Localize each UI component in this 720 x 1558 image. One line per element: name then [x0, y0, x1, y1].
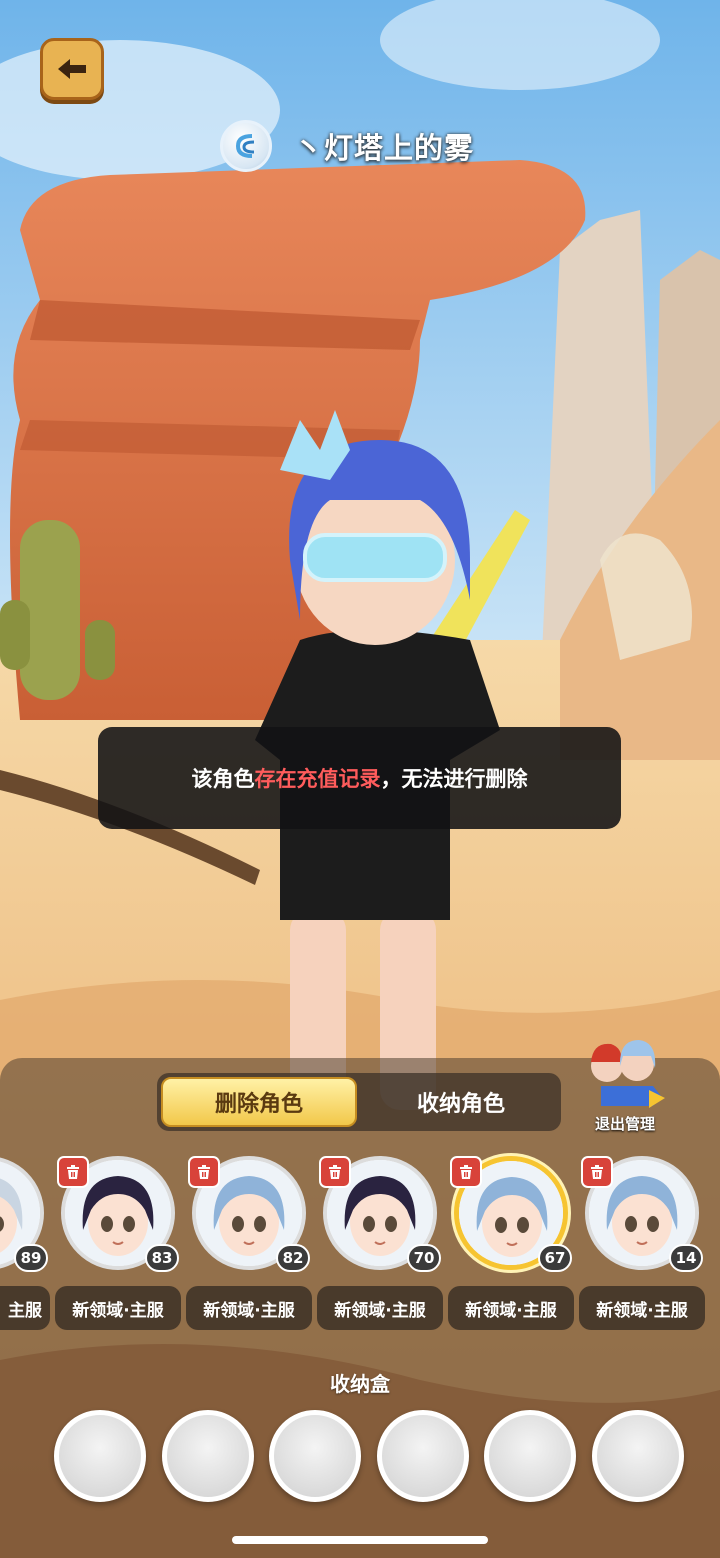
back-button[interactable] — [40, 38, 104, 100]
toast-highlight: 存在充值记录 — [254, 767, 381, 791]
toast-prefix: 该角色 — [191, 767, 255, 791]
delete-trash-icon[interactable] — [581, 1156, 613, 1188]
character-level-badge: 70 — [407, 1244, 441, 1272]
delete-trash-icon[interactable] — [57, 1156, 89, 1188]
clan-badge-icon — [220, 120, 272, 172]
storage-slot[interactable] — [376, 1410, 469, 1502]
exit-manage-button[interactable]: 退出管理 — [583, 1026, 667, 1136]
character-card[interactable]: 83 新领域·主服 — [55, 1152, 181, 1342]
storage-slot[interactable] — [269, 1410, 361, 1502]
manage-tabbar: 删除角色 收纳角色 — [157, 1073, 561, 1131]
character-server-label: 新领域·主服 — [448, 1286, 574, 1330]
exit-manage-label: 退出管理 — [594, 1115, 655, 1133]
character-level-badge: 67 — [538, 1244, 572, 1272]
error-toast: 该角色 存在充值记录 ，无法进行删除 — [98, 727, 621, 829]
character-card[interactable]: 82 新领域·主服 — [186, 1152, 312, 1342]
character-card[interactable]: 67 新领域·主服 — [448, 1152, 574, 1342]
character-list: 89 主服 83 新领域·主服 82 新领域·主服 70 新领域·主服 67 新领域·主服 14 新领… — [0, 1152, 720, 1342]
delete-trash-icon[interactable] — [450, 1156, 482, 1188]
tab-store-character[interactable]: 收纳角色 — [363, 1077, 559, 1127]
character-server-label: 新领域·主服 — [579, 1286, 705, 1330]
character-server-label: 主服 — [0, 1286, 50, 1330]
character-level-badge: 82 — [276, 1244, 310, 1272]
character-level-badge: 89 — [14, 1244, 48, 1272]
tab-delete-character[interactable]: 删除角色 — [161, 1077, 357, 1127]
storage-slot[interactable] — [591, 1410, 684, 1502]
character-server-label: 新领域·主服 — [317, 1286, 443, 1330]
character-level-badge: 14 — [669, 1244, 703, 1272]
exit-manage-icon — [591, 1040, 665, 1108]
storage-slot[interactable] — [54, 1410, 146, 1502]
character-server-label: 新领域·主服 — [186, 1286, 312, 1330]
delete-trash-icon[interactable] — [188, 1156, 220, 1188]
toast-suffix: ，无法进行删除 — [380, 767, 528, 791]
player-name: 丶灯塔上的雾 — [294, 131, 475, 165]
character-card[interactable]: 89 主服 — [0, 1152, 50, 1342]
player-title: 丶灯塔上的雾 — [220, 118, 474, 174]
back-arrow-icon — [58, 59, 86, 79]
storage-slot[interactable] — [161, 1410, 254, 1502]
storage-box-label: 收纳盒 — [330, 1372, 390, 1396]
storage-slot[interactable] — [484, 1410, 576, 1502]
character-server-label: 新领域·主服 — [55, 1286, 181, 1330]
character-card[interactable]: 70 新领域·主服 — [317, 1152, 443, 1342]
delete-trash-icon[interactable] — [319, 1156, 351, 1188]
character-card[interactable]: 14 新领域·主服 — [579, 1152, 705, 1342]
home-indicator[interactable] — [232, 1536, 488, 1544]
character-level-badge: 83 — [145, 1244, 179, 1272]
